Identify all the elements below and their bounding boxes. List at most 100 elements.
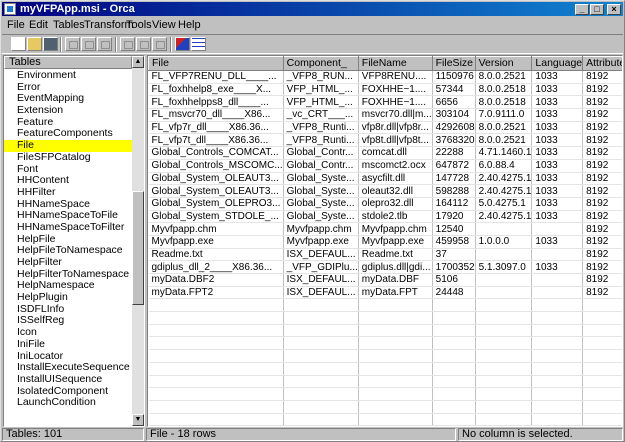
table-cell[interactable]: msvcr70.dll|m... bbox=[358, 108, 433, 122]
table-cell[interactable]: 5106 bbox=[432, 273, 476, 287]
table-cell[interactable]: 8192 bbox=[582, 133, 622, 148]
table-cell[interactable]: 147728 bbox=[432, 172, 476, 186]
table-cell[interactable]: 12540 bbox=[432, 222, 476, 236]
table-row[interactable]: myData.DBF2 ISX_DEFAUL... myData.DBF 5106 81… bbox=[148, 273, 622, 287]
table-cell[interactable]: 2.40.4275.1 bbox=[475, 184, 533, 198]
table-cell[interactable]: Global_Syste... bbox=[283, 172, 359, 186]
table-cell[interactable]: Myvfpapp.exe bbox=[283, 235, 359, 249]
table-list-item[interactable]: Extension bbox=[4, 104, 132, 117]
scroll-down-button[interactable]: ▼ bbox=[132, 414, 144, 426]
table-cell[interactable]: 1033 bbox=[531, 146, 584, 160]
table-cell[interactable]: 2.40.4275.1 bbox=[475, 172, 533, 186]
new-document-icon[interactable] bbox=[11, 37, 26, 51]
table-cell[interactable]: 7.0.9111.0 bbox=[475, 108, 533, 122]
table-cell[interactable]: Global_System_OLEAUT3... bbox=[148, 184, 284, 198]
table-cell[interactable]: 5.0.4275.1 bbox=[475, 197, 533, 211]
table-cell[interactable]: comcat.dll bbox=[358, 146, 433, 160]
table-cell[interactable]: Global_System_OLEPRO3... bbox=[148, 197, 284, 211]
table-cell[interactable]: VFP_HTML_... bbox=[283, 83, 359, 97]
table-cell[interactable]: 5.1.3097.0 bbox=[475, 260, 533, 274]
table-row[interactable]: Myvfpapp.exe Myvfpapp.exe Myvfpapp.exe 4599… bbox=[148, 235, 622, 249]
table-cell[interactable]: vfp8t.dll|vfp8t... bbox=[358, 133, 433, 148]
table-cell[interactable]: 1033 bbox=[531, 133, 584, 148]
table-cell[interactable]: Myvfpapp.chm bbox=[358, 222, 433, 236]
table-cell[interactable]: 3768320 bbox=[432, 133, 476, 148]
table-icon[interactable] bbox=[191, 37, 206, 51]
scroll-up-button[interactable]: ▲ bbox=[132, 56, 144, 68]
table-cell[interactable]: 8192 bbox=[582, 248, 622, 262]
table-cell[interactable]: Myvfpapp.exe bbox=[358, 235, 433, 249]
open-folder-icon[interactable] bbox=[27, 37, 42, 51]
menu-edit[interactable]: Edit bbox=[29, 19, 48, 32]
table-cell[interactable] bbox=[531, 222, 584, 236]
table-list-item[interactable]: HelpPlugin bbox=[4, 291, 132, 304]
table-cell[interactable]: olepro32.dll bbox=[358, 197, 433, 211]
add-row-icon[interactable] bbox=[120, 37, 135, 51]
table-cell[interactable]: 8192 bbox=[582, 197, 622, 211]
table-cell[interactable]: stdole2.tlb bbox=[358, 210, 433, 224]
table-row[interactable]: FL_VFP7RENU_DLL____... _VFP8_RUN... VFP8RE… bbox=[148, 70, 622, 84]
table-cell[interactable]: 303104 bbox=[432, 108, 476, 122]
table-cell[interactable]: 1033 bbox=[531, 210, 584, 224]
table-cell[interactable]: 8192 bbox=[582, 146, 622, 160]
table-row[interactable]: Global_System_STDOLE_... Global_Syste... s… bbox=[148, 210, 622, 224]
table-cell[interactable]: 459958 bbox=[432, 235, 476, 249]
table-cell[interactable]: 8192 bbox=[582, 172, 622, 186]
validate-icon[interactable] bbox=[175, 37, 190, 51]
table-cell[interactable]: 4.71.1460.1 bbox=[475, 146, 533, 160]
table-row[interactable]: Global_Controls_COMCAT... Global_Contr...… bbox=[148, 146, 622, 160]
table-cell[interactable]: VFP8RENU.... bbox=[358, 70, 433, 84]
table-cell[interactable]: 1033 bbox=[531, 235, 584, 249]
table-cell[interactable]: 22288 bbox=[432, 146, 476, 160]
table-cell[interactable]: ISX_DEFAUL... bbox=[283, 248, 359, 262]
menu-tools[interactable]: Tools bbox=[126, 19, 152, 32]
table-cell[interactable]: 1033 bbox=[531, 121, 584, 135]
table-cell[interactable]: 8192 bbox=[582, 95, 622, 110]
table-cell[interactable]: 1150976 bbox=[432, 70, 476, 84]
paste-icon[interactable] bbox=[97, 37, 112, 51]
table-cell[interactable]: 8192 bbox=[582, 159, 622, 173]
table-cell[interactable]: 8192 bbox=[582, 286, 622, 300]
table-row[interactable]: FL_vfp7t_dll____X86.36... _VFP8_Runti... v… bbox=[148, 133, 622, 148]
copy-icon[interactable] bbox=[81, 37, 96, 51]
column-header[interactable]: Version bbox=[474, 56, 533, 71]
table-cell[interactable] bbox=[531, 273, 584, 287]
table-cell[interactable]: 2.40.4275.1 bbox=[475, 210, 533, 224]
table-cell[interactable]: 1033 bbox=[531, 70, 584, 84]
table-row[interactable]: FL_vfp7r_dll____X86.36... _VFP8_Runti... v… bbox=[148, 121, 622, 135]
table-list-item[interactable]: InstallUISequence bbox=[4, 373, 132, 386]
table-cell[interactable]: Global_Controls_MSCOMC... bbox=[148, 159, 284, 173]
table-cell[interactable]: ISX_DEFAUL... bbox=[283, 286, 359, 300]
table-row[interactable]: FL_foxhhelpps8_dll____... VFP_HTML_... FOX… bbox=[148, 95, 622, 110]
table-cell[interactable]: 8.0.0.2521 bbox=[475, 121, 533, 135]
table-row[interactable]: Global_System_OLEAUT3... Global_Syste... a… bbox=[148, 172, 622, 186]
table-cell[interactable] bbox=[531, 248, 584, 262]
table-cell[interactable]: 57344 bbox=[432, 83, 476, 97]
table-cell[interactable]: 8192 bbox=[582, 273, 622, 287]
table-cell[interactable]: FOXHHE~1.... bbox=[358, 83, 433, 97]
delete-row-icon[interactable] bbox=[152, 37, 167, 51]
table-list-item[interactable]: HHFilter bbox=[4, 186, 132, 199]
table-cell[interactable]: _VFP_GDIPlu... bbox=[283, 260, 359, 274]
table-cell[interactable]: 598288 bbox=[432, 184, 476, 198]
table-cell[interactable]: Global_System_STDOLE_... bbox=[148, 210, 284, 224]
tables-scrollbar[interactable]: ▲ ▼ bbox=[132, 56, 144, 426]
scroll-thumb[interactable] bbox=[132, 191, 144, 305]
table-cell[interactable]: _VFP8_Runti... bbox=[283, 121, 359, 135]
close-button[interactable]: × bbox=[607, 4, 621, 15]
table-cell[interactable] bbox=[475, 273, 533, 287]
table-cell[interactable]: 6656 bbox=[432, 95, 476, 110]
table-cell[interactable]: 1033 bbox=[531, 184, 584, 198]
column-header[interactable]: FileName bbox=[357, 56, 433, 71]
menu-help[interactable]: Help bbox=[178, 19, 201, 32]
table-cell[interactable]: 1.0.0.0 bbox=[475, 235, 533, 249]
column-header[interactable]: Attributes bbox=[582, 56, 622, 71]
table-cell[interactable]: 647872 bbox=[432, 159, 476, 173]
table-cell[interactable]: vfp8r.dll|vfp8r... bbox=[358, 121, 433, 135]
table-cell[interactable]: 8.0.0.2518 bbox=[475, 83, 533, 97]
table-cell[interactable]: Global_System_OLEAUT3... bbox=[148, 172, 284, 186]
table-cell[interactable]: 1033 bbox=[531, 159, 584, 173]
table-cell[interactable]: 8192 bbox=[582, 184, 622, 198]
table-cell[interactable]: gdiplus_dll_2____X86.36... bbox=[148, 260, 284, 274]
table-cell[interactable]: 8192 bbox=[582, 70, 622, 84]
